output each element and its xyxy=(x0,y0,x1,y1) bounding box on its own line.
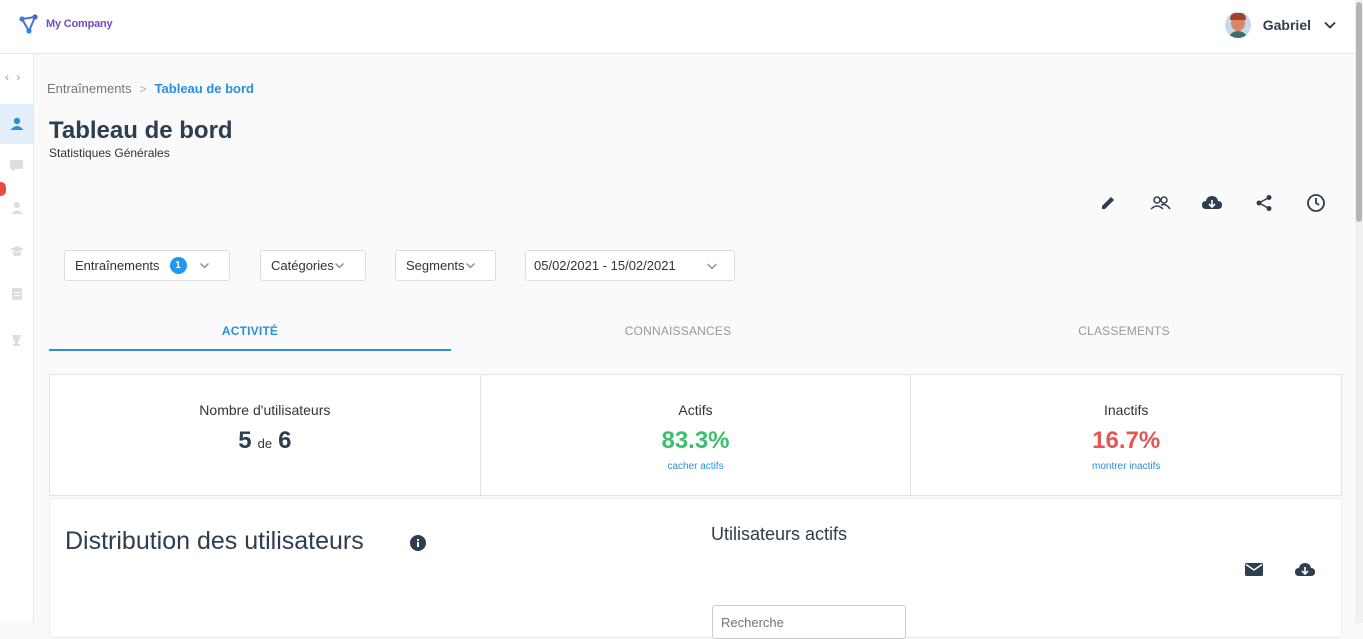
sidebar-item-content[interactable] xyxy=(0,273,33,313)
date-range-filter[interactable]: 05/02/2021 - 15/02/2021 xyxy=(525,250,735,281)
info-icon[interactable] xyxy=(410,535,426,551)
segments-filter[interactable]: Segments xyxy=(395,250,496,281)
edit-icon xyxy=(1102,197,1114,209)
inactive-label: Inactifs xyxy=(1104,402,1149,418)
chat-icon xyxy=(10,160,23,172)
chevron-down-icon xyxy=(706,263,717,269)
user-name[interactable]: Gabriel xyxy=(1263,17,1311,33)
mail-icon xyxy=(1245,563,1263,576)
users-icon xyxy=(1150,196,1171,210)
sidebar-item-dashboard[interactable] xyxy=(0,104,33,144)
search-input[interactable] xyxy=(712,605,906,639)
share-button[interactable] xyxy=(1253,192,1275,214)
distribution-panel: Distribution des utilisateurs Utilisateu… xyxy=(49,498,1342,639)
active-users-title: Utilisateurs actifs xyxy=(711,524,848,544)
chevron-down-icon[interactable] xyxy=(1323,18,1337,32)
clock-icon xyxy=(1307,194,1325,212)
users-of-text: de xyxy=(257,436,273,451)
chevron-down-icon xyxy=(465,263,475,269)
breadcrumb: Entraînements > Tableau de bord xyxy=(47,81,254,96)
chevron-down-icon xyxy=(334,263,344,269)
users-count-value: 5 de 6 xyxy=(50,427,480,455)
users-count-label: Nombre d'utilisateurs xyxy=(199,402,331,418)
segments-filter-label: Segments xyxy=(406,258,465,273)
categories-filter[interactable]: Catégories xyxy=(260,250,366,281)
inactive-users-card: Inactifs 16.7% montrer inactifs xyxy=(911,375,1341,495)
breadcrumb-separator: > xyxy=(139,81,147,96)
avatar[interactable] xyxy=(1224,12,1251,38)
cloud-download-icon xyxy=(1295,563,1315,576)
toolbar-actions xyxy=(1097,192,1327,214)
trainings-filter[interactable]: Entraînements 1 xyxy=(64,250,230,281)
sidebar-item-messages[interactable] xyxy=(0,146,33,186)
users-total-number: 6 xyxy=(278,427,292,454)
users-icon xyxy=(10,117,23,130)
trainings-filter-label: Entraînements xyxy=(75,258,160,273)
hide-active-link[interactable]: cacher actifs xyxy=(481,461,911,472)
download-button[interactable] xyxy=(1201,192,1223,214)
chevron-down-icon xyxy=(199,263,209,269)
active-users-card: Actifs 83.3% cacher actifs xyxy=(481,375,912,495)
email-button[interactable] xyxy=(1244,561,1264,582)
tab-activite[interactable]: ACTIVITÉ xyxy=(49,312,451,351)
page-subtitle: Statistiques Générales xyxy=(49,146,170,160)
active-label: Actifs xyxy=(678,402,713,418)
breadcrumb-current: Tableau de bord xyxy=(154,81,254,96)
distribution-title: Distribution des utilisateurs xyxy=(65,527,364,555)
users-count-card: Nombre d'utilisateurs 5 de 6 xyxy=(50,375,481,495)
inactive-percentage: 16.7% xyxy=(1092,427,1161,454)
trainings-count-badge: 1 xyxy=(169,257,187,274)
export-button[interactable] xyxy=(1294,561,1316,584)
tab-classements[interactable]: CLASSEMENTS xyxy=(923,312,1325,350)
company-name: My Company xyxy=(46,18,113,30)
top-bar: My Company Gabriel xyxy=(0,0,1355,54)
categories-filter-label: Catégories xyxy=(271,258,334,273)
sidebar: ‹ › xyxy=(0,54,34,623)
scrollbar[interactable] xyxy=(1355,0,1363,623)
main-content: Entraînements > Tableau de bord Tableau … xyxy=(34,54,1355,639)
page-title: Tableau de bord xyxy=(49,117,233,144)
manage-users-button[interactable] xyxy=(1149,192,1171,214)
date-range-value: 05/02/2021 - 15/02/2021 xyxy=(534,258,676,273)
clipboard-icon xyxy=(11,287,22,300)
user-icon xyxy=(10,202,23,214)
sidebar-item-trainings[interactable] xyxy=(0,231,33,271)
breadcrumb-parent[interactable]: Entraînements xyxy=(47,81,132,96)
tab-connaissances[interactable]: CONNAISSANCES xyxy=(477,312,879,350)
tabs: ACTIVITÉ CONNAISSANCES CLASSEMENTS xyxy=(49,312,1342,352)
company-logo[interactable]: My Company xyxy=(18,13,113,35)
stats-summary: Nombre d'utilisateurs 5 de 6 Actifs 83.3% … xyxy=(49,374,1342,496)
sidebar-item-rewards[interactable] xyxy=(0,320,33,360)
trophy-icon xyxy=(12,335,21,346)
graduation-cap-icon xyxy=(9,246,24,256)
sidebar-item-users[interactable] xyxy=(0,188,33,228)
company-logo-icon xyxy=(19,14,38,34)
edit-button[interactable] xyxy=(1097,192,1119,214)
history-button[interactable] xyxy=(1305,192,1327,214)
users-active-number: 5 xyxy=(238,427,252,454)
scrollbar-thumb[interactable] xyxy=(1356,2,1362,222)
cloud-download-icon xyxy=(1202,196,1222,209)
active-percentage: 83.3% xyxy=(661,427,730,454)
collapse-toggle-icon[interactable]: ‹ › xyxy=(5,70,22,84)
show-inactive-link[interactable]: montrer inactifs xyxy=(911,461,1341,472)
user-menu[interactable]: Gabriel xyxy=(1224,12,1337,38)
share-icon xyxy=(1256,195,1272,211)
